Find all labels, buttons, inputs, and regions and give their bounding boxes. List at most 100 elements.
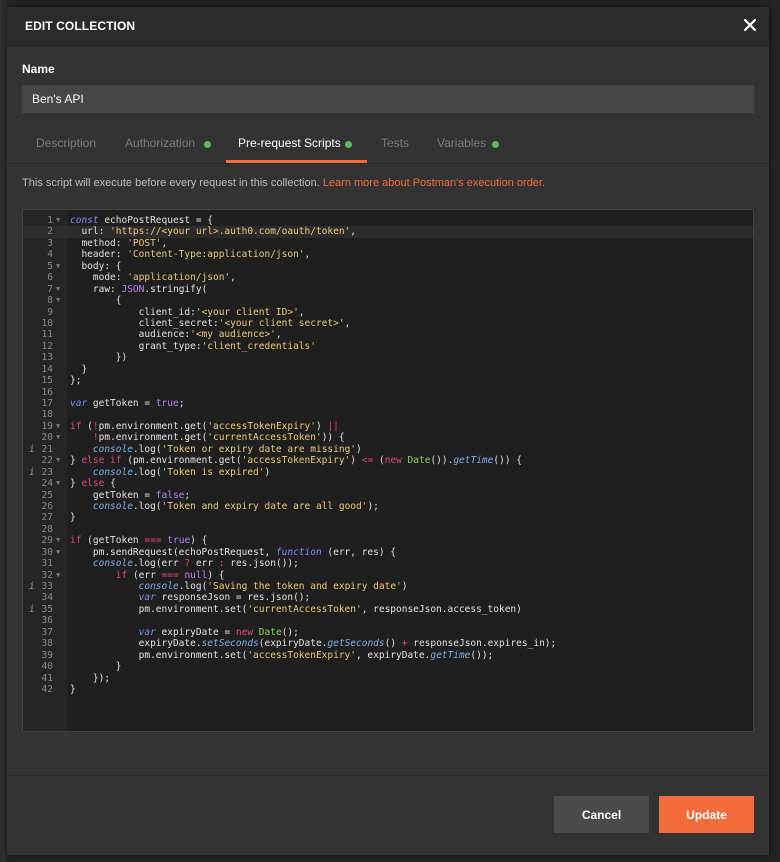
code-line[interactable]: 4 header: 'Content-Type:application/json… <box>23 249 753 260</box>
code-line[interactable]: 42} <box>23 684 753 695</box>
code-line[interactable]: 15}; <box>23 375 753 386</box>
code-text: } else if (pm.environment.get('accessTok… <box>70 455 522 467</box>
code-line[interactable]: 25 getToken = false; <box>23 490 753 501</box>
code-text: }) <box>70 352 128 364</box>
tab-label: Tests <box>381 136 410 150</box>
line-number: 30 <box>41 546 53 558</box>
tab-label: Variables <box>437 136 487 150</box>
code-line[interactable]: 8 ▼ { <box>23 295 753 306</box>
code-line[interactable]: 40 } <box>23 661 753 672</box>
code-line[interactable]: 34 var responseJson = res.json(); <box>23 592 753 603</box>
code-line[interactable]: i 21 console.log('Token or expiry date ar… <box>23 444 753 455</box>
line-number: 27 <box>41 512 53 524</box>
update-button[interactable]: Update <box>659 796 754 833</box>
code-line[interactable]: 29 ▼ if (getToken === true) { <box>23 535 753 546</box>
code-line[interactable]: 7 ▼ raw: JSON.stringify( <box>23 284 753 295</box>
line-number: 2 <box>47 226 53 238</box>
fold-arrow-icon[interactable]: ▼ <box>56 421 60 432</box>
fold-arrow-icon[interactable]: ▼ <box>56 478 60 489</box>
code-text: expiryDate.setSeconds(expiryDate.getSeco… <box>70 638 557 650</box>
code-line[interactable]: 16 <box>23 387 753 398</box>
line-number: 24 <box>41 478 53 490</box>
line-number: 25 <box>41 489 53 501</box>
code-line[interactable]: 30 ▼ pm.sendRequest(echoPostRequest, func… <box>23 547 753 558</box>
code-line[interactable]: 39 pm.environment.set('accessTokenExpiry… <box>23 650 753 661</box>
tab-bar: Description Authorization Pre-request Sc… <box>7 127 769 164</box>
fold-arrow-icon[interactable]: ▼ <box>56 570 60 581</box>
code-text: pm.environment.set('accessTokenExpiry', … <box>70 649 494 661</box>
fold-arrow-icon[interactable]: ▼ <box>56 261 60 272</box>
code-text: var responseJson = res.json(); <box>138 592 311 604</box>
code-line[interactable]: 3 method: 'POST', <box>23 238 753 249</box>
code-text: console.log('Token is expired') <box>92 466 271 478</box>
code-line[interactable]: 28 <box>23 524 753 535</box>
cancel-button[interactable]: Cancel <box>554 796 649 833</box>
code-text: } <box>70 661 122 673</box>
close-icon[interactable] <box>742 17 758 33</box>
code-text: } else { <box>70 478 116 490</box>
collection-name-input[interactable] <box>22 85 754 113</box>
code-line[interactable]: 17 var getToken = true; <box>23 398 753 409</box>
code-line[interactable]: 27} <box>23 512 753 523</box>
code-line[interactable]: 1 ▼ const echoPostRequest = { <box>23 215 753 226</box>
code-text: console.log(err ? err : res.json()); <box>92 558 299 570</box>
code-area[interactable]: 1 ▼ const echoPostRequest = {2 url: 'https… <box>23 215 753 695</box>
code-text: method: 'POST', <box>70 237 168 249</box>
script-editor[interactable]: 1 ▼ const echoPostRequest = {2 url: 'https… <box>22 209 754 732</box>
code-text: var getToken = true; <box>70 398 185 409</box>
line-number: 42 <box>41 683 53 695</box>
code-line[interactable]: 38 expiryDate.setSeconds(expiryDate.getS… <box>23 638 753 649</box>
code-line[interactable]: 13 }) <box>23 352 753 363</box>
code-line[interactable]: 14 } <box>23 364 753 375</box>
code-line[interactable]: 11 audience:'<my audience>', <box>23 329 753 340</box>
fold-arrow-icon[interactable]: ▼ <box>56 295 60 306</box>
code-line[interactable]: 36 <box>23 615 753 626</box>
modal-title: EDIT COLLECTION <box>25 19 136 33</box>
fold-arrow-icon[interactable]: ▼ <box>56 284 60 295</box>
code-line[interactable]: 5 ▼ body: { <box>23 261 753 272</box>
fold-arrow-icon[interactable]: ▼ <box>56 535 60 546</box>
fold-arrow-icon[interactable]: ▼ <box>56 455 60 466</box>
code-line[interactable]: 10 client_secret:'<your client secret>', <box>23 318 753 329</box>
line-number: 20 <box>41 432 53 444</box>
tab-description[interactable]: Description <box>22 127 102 163</box>
line-number: 41 <box>41 672 53 684</box>
line-number: 15 <box>41 375 53 387</box>
fold-arrow-icon[interactable]: ▼ <box>56 432 60 443</box>
line-number: 28 <box>41 523 53 535</box>
tab-authorization[interactable]: Authorization <box>112 127 222 163</box>
fold-arrow-icon[interactable]: ▼ <box>56 215 60 226</box>
code-line[interactable]: 6 mode: 'application/json', <box>23 272 753 283</box>
tab-tests[interactable]: Tests <box>369 127 419 163</box>
execution-order-link[interactable]: Learn more about Postman's execution ord… <box>323 177 545 189</box>
code-line[interactable]: 19 ▼ if (!pm.environment.get('accessTokenE… <box>23 421 753 432</box>
line-number: 21 <box>41 443 53 455</box>
code-text: console.log('Token and expiry date are a… <box>92 500 379 512</box>
code-line[interactable]: 9 client_id:'<your client ID>', <box>23 307 753 318</box>
code-line[interactable]: 32 ▼ if (err === null) { <box>23 570 753 581</box>
code-line[interactable]: 24 ▼ } else { <box>23 478 753 489</box>
code-line[interactable]: 20 ▼ !pm.environment.get('currentAccessTo… <box>23 432 753 443</box>
code-line[interactable]: i 33 console.log('Saving the token and ex… <box>23 581 753 592</box>
code-line[interactable]: 18 <box>23 409 753 420</box>
code-line[interactable]: 22 ▼ } else if (pm.environment.get('access… <box>23 455 753 466</box>
code-line[interactable]: 12 grant_type:'client_credentials' <box>23 341 753 352</box>
line-number: 29 <box>41 535 53 547</box>
line-number: 22 <box>41 455 53 467</box>
tab-variables[interactable]: Variables <box>425 127 515 163</box>
edit-collection-modal: EDIT COLLECTION Name Description Authori… <box>7 7 769 855</box>
tab-pre-request-scripts[interactable]: Pre-request Scripts <box>226 127 367 163</box>
code-line[interactable]: 41 }); <box>23 673 753 684</box>
code-line[interactable]: 26 console.log('Token and expiry date ar… <box>23 501 753 512</box>
line-number: 40 <box>41 661 53 673</box>
name-label: Name <box>22 62 55 76</box>
fold-arrow-icon[interactable]: ▼ <box>56 547 60 558</box>
hint-text: This script will execute before every re… <box>22 177 320 189</box>
code-line[interactable]: 31 console.log(err ? err : res.json()); <box>23 558 753 569</box>
code-line[interactable]: i 35 pm.environment.set('currentAccessTok… <box>23 604 753 615</box>
line-number: 38 <box>41 638 53 650</box>
code-line[interactable]: 2 url: 'https://<your url>.auth0.com/oau… <box>23 226 753 238</box>
code-line[interactable]: i 23 console.log('Token is expired') <box>23 467 753 478</box>
code-line[interactable]: 37 var expiryDate = new Date(); <box>23 627 753 638</box>
code-text: pm.sendRequest(echoPostRequest, function… <box>70 546 397 558</box>
